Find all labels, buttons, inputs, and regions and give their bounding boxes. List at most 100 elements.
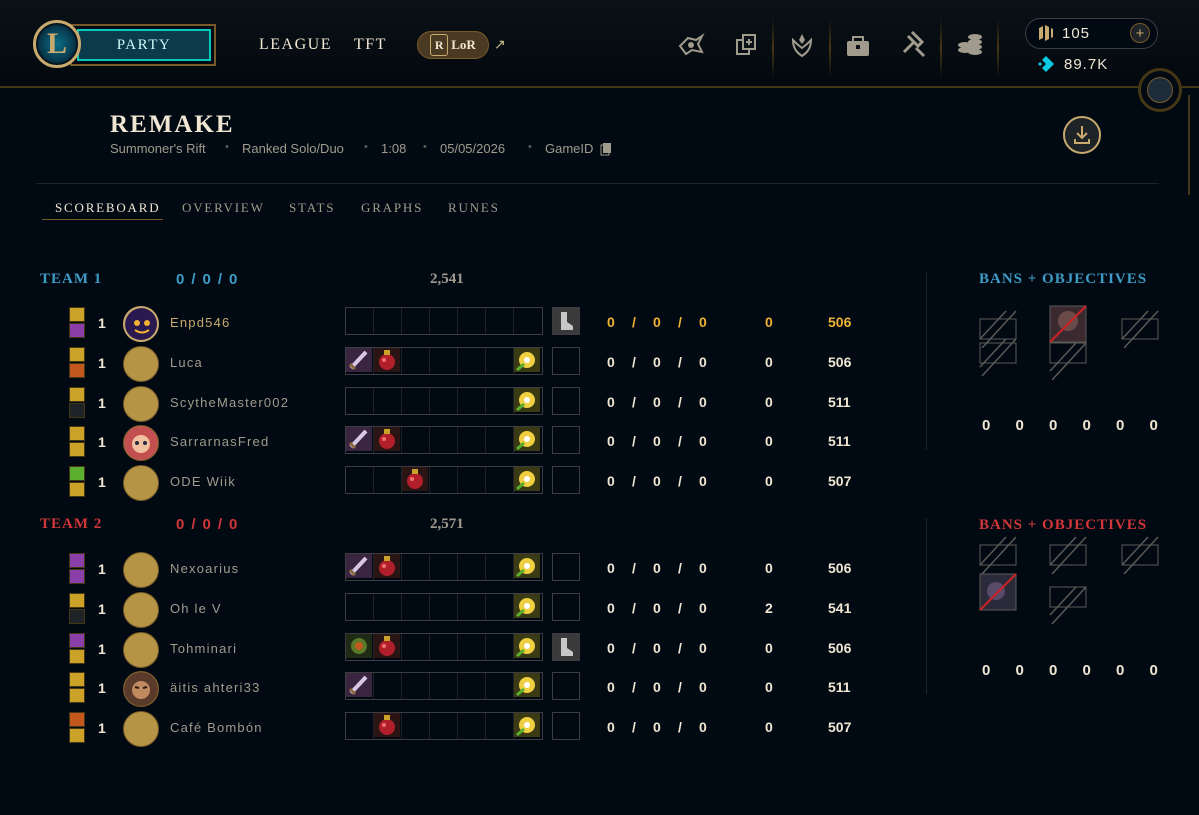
stealth-ward-item-icon[interactable] xyxy=(514,348,542,374)
empty-item-slot xyxy=(458,713,486,739)
player-name[interactable]: Café Bombón xyxy=(170,720,263,735)
party-button-label: PARTY xyxy=(77,29,211,61)
empty-item-slot xyxy=(458,427,486,453)
buy-rp-plus-icon[interactable]: + xyxy=(1130,23,1150,43)
player-row[interactable]: 1 Café Bombón 0 / 0 / 0 0 507 xyxy=(0,710,926,747)
collection-icon[interactable] xyxy=(731,30,761,60)
deaths: 0 xyxy=(653,719,661,735)
long-sword-item-icon[interactable] xyxy=(346,348,374,374)
empty-item-slot xyxy=(374,467,402,493)
kills: 0 xyxy=(607,560,615,576)
nav-tft[interactable]: TFT xyxy=(354,36,387,54)
player-name[interactable]: ODE Wiik xyxy=(170,474,236,489)
player-name[interactable]: äitis ahteri33 xyxy=(170,680,261,695)
champion-portrait[interactable] xyxy=(123,465,159,501)
separator-dot: • xyxy=(225,141,229,153)
empty-item-slot xyxy=(430,467,458,493)
loot-icon[interactable] xyxy=(898,30,928,60)
stealth-ward-item-icon[interactable] xyxy=(514,388,542,414)
stealth-ward-item-icon[interactable] xyxy=(514,467,542,493)
player-name[interactable]: SarrarnasFred xyxy=(170,434,269,449)
champion-level: 1 xyxy=(98,720,106,736)
player-name[interactable]: Tohminari xyxy=(170,641,237,656)
player-row[interactable]: 1 Tohminari 0 / 0 / 0 0 506 xyxy=(0,631,926,668)
separator-dot: • xyxy=(423,141,427,153)
currency-icon[interactable] xyxy=(955,30,985,60)
tab-overview[interactable]: OVERVIEW xyxy=(182,200,265,216)
item-slots xyxy=(345,672,543,700)
stealth-ward-item-icon[interactable] xyxy=(514,554,542,580)
tab-graphs[interactable]: GRAPHS xyxy=(361,200,423,216)
player-row[interactable]: 1 Enpd546 0 / 0 / 0 0 506 xyxy=(0,305,926,342)
health-potion-item-icon[interactable] xyxy=(374,554,402,580)
health-potion-item-icon[interactable] xyxy=(374,348,402,374)
champion-portrait[interactable] xyxy=(123,386,159,422)
player-row[interactable]: 1 Oh le V 0 / 0 / 0 2 541 xyxy=(0,591,926,628)
stealth-ward-item-icon[interactable] xyxy=(514,713,542,739)
player-name[interactable]: ScytheMaster002 xyxy=(170,395,289,410)
kda-separator: / xyxy=(632,394,636,410)
starter-item-icon[interactable] xyxy=(346,634,374,660)
champion-portrait[interactable] xyxy=(123,632,159,668)
copy-icon[interactable] xyxy=(600,142,612,156)
assists: 0 xyxy=(699,473,707,489)
store-icon[interactable] xyxy=(843,30,873,60)
player-row[interactable]: 1 ODE Wiik 0 / 0 / 0 0 507 xyxy=(0,464,926,501)
player-row[interactable]: 1 äitis ahteri33 0 / 0 / 0 0 511 xyxy=(0,670,926,707)
player-name[interactable]: Nexoarius xyxy=(170,561,239,576)
health-potion-item-icon[interactable] xyxy=(374,634,402,660)
kda-separator: / xyxy=(191,516,203,533)
tab-stats[interactable]: STATS xyxy=(289,200,335,216)
party-button[interactable]: PARTY xyxy=(70,24,216,66)
stealth-ward-item-icon[interactable] xyxy=(514,427,542,453)
deaths: 0 xyxy=(653,354,661,370)
team1-barons: 0 xyxy=(1049,417,1058,434)
team2-bans-objectives-title: BANS + OBJECTIVES xyxy=(979,517,1148,533)
kda-separator: / xyxy=(632,560,636,576)
nav-lor-button[interactable]: R LoR xyxy=(417,31,489,59)
player-name[interactable]: Luca xyxy=(170,355,203,370)
voice-chat-icon[interactable] xyxy=(676,30,706,60)
long-sword-item-icon[interactable] xyxy=(346,427,374,453)
champion-portrait[interactable] xyxy=(123,306,159,342)
stealth-ward-item-icon[interactable] xyxy=(514,594,542,620)
nav-league[interactable]: LEAGUE xyxy=(259,36,332,54)
champion-portrait[interactable] xyxy=(123,425,159,461)
item-slots xyxy=(345,426,543,454)
player-row[interactable]: 1 Luca 0 / 0 / 0 0 506 xyxy=(0,345,926,382)
boots-item-icon[interactable] xyxy=(552,633,580,661)
empty-item-slot xyxy=(430,713,458,739)
champion-portrait[interactable] xyxy=(123,671,159,707)
kda-separator: / xyxy=(632,354,636,370)
long-sword-item-icon[interactable] xyxy=(346,554,374,580)
boots-item-icon[interactable] xyxy=(552,307,580,335)
player-row[interactable]: 1 SarrarnasFred 0 / 0 / 0 0 511 xyxy=(0,424,926,461)
champion-portrait[interactable] xyxy=(123,346,159,382)
health-potion-item-icon[interactable] xyxy=(374,713,402,739)
player-name[interactable]: Oh le V xyxy=(170,601,222,616)
item-slots xyxy=(345,466,543,494)
champion-portrait[interactable] xyxy=(123,711,159,747)
player-name[interactable]: Enpd546 xyxy=(170,315,230,330)
deaths: 0 xyxy=(653,600,661,616)
health-potion-item-icon[interactable] xyxy=(374,427,402,453)
champion-portrait[interactable] xyxy=(123,552,159,588)
download-replay-button[interactable] xyxy=(1063,116,1101,154)
profile-rank-icon[interactable] xyxy=(787,30,817,60)
long-sword-item-icon[interactable] xyxy=(346,673,374,699)
player-row[interactable]: 1 ScytheMaster002 0 / 0 / 0 0 511 xyxy=(0,385,926,422)
health-potion-item-icon[interactable] xyxy=(402,467,430,493)
team1-label: TEAM 1 xyxy=(40,271,103,287)
tab-runes[interactable]: RUNES xyxy=(448,200,500,216)
frame-edge xyxy=(1188,95,1190,195)
stealth-ward-item-icon[interactable] xyxy=(514,673,542,699)
profile-orb-icon[interactable] xyxy=(1138,68,1182,112)
player-kda: 0 / 0 / 0 xyxy=(607,560,707,576)
stealth-ward-item-icon[interactable] xyxy=(514,634,542,660)
tab-scoreboard[interactable]: SCOREBOARD xyxy=(55,200,160,216)
team1-deaths: 0 xyxy=(202,271,218,288)
league-logo-icon[interactable]: L xyxy=(33,20,81,68)
player-row[interactable]: 1 Nexoarius 0 / 0 / 0 0 506 xyxy=(0,551,926,588)
champion-portrait[interactable] xyxy=(123,592,159,628)
game-id-label[interactable]: GameID xyxy=(545,141,593,156)
